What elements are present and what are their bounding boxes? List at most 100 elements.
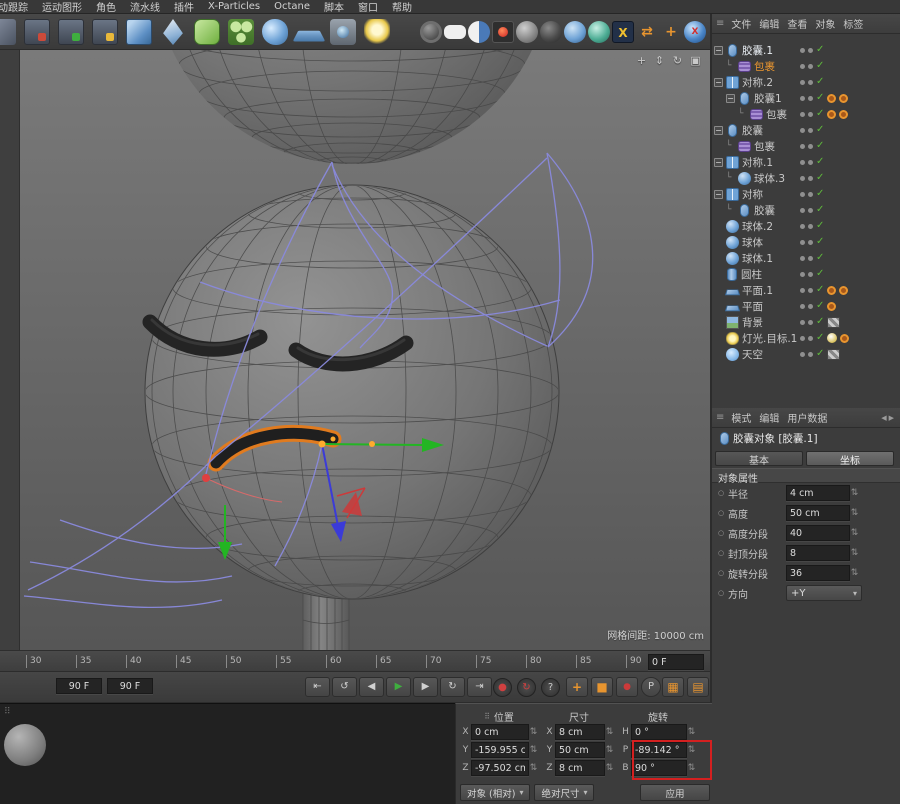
object-relative-button[interactable]: 对象 (相对)▾ (460, 784, 530, 801)
visibility-dot[interactable] (800, 160, 805, 165)
texture-tag-icon[interactable] (827, 349, 840, 360)
enabled-check-icon[interactable]: ✓ (816, 90, 824, 106)
menu-item[interactable]: 运动图形 (35, 0, 89, 14)
keyframe-grid-icon[interactable]: ▦ (662, 677, 684, 697)
tree-row[interactable]: 平面 ✓ (712, 298, 900, 314)
dark-sphere-icon[interactable] (540, 21, 562, 43)
cube-primitive-icon[interactable] (126, 19, 152, 45)
material-preview[interactable] (4, 724, 46, 766)
enabled-check-icon[interactable]: ✓ (816, 250, 824, 266)
menu-item[interactable]: Octane (267, 1, 317, 12)
teal-sphere-icon[interactable] (588, 21, 610, 43)
visibility-dot[interactable] (800, 304, 805, 309)
subdivision-surface-icon[interactable] (194, 19, 220, 45)
tree-row[interactable]: − 对称.1 ✓ (712, 154, 900, 170)
enabled-check-icon[interactable]: ✓ (816, 298, 824, 314)
record-keyframe-button[interactable]: ● (493, 678, 512, 697)
camera-icon[interactable] (330, 19, 356, 45)
range-end-field[interactable] (107, 678, 153, 694)
tree-row[interactable]: − 对称 ✓ (712, 186, 900, 202)
viewport-3d-scene[interactable] (20, 50, 710, 650)
spinner-icon[interactable]: ⇅ (687, 727, 696, 737)
tree-row[interactable]: └ 胶囊 ✓ (712, 202, 900, 218)
visibility-dot[interactable] (808, 80, 813, 85)
visibility-dot[interactable] (808, 48, 813, 53)
blue-sphere-icon[interactable] (564, 21, 586, 43)
tree-row[interactable]: − 胶囊 ✓ (712, 122, 900, 138)
visibility-dot[interactable] (808, 64, 813, 69)
visibility-dot[interactable] (808, 224, 813, 229)
previous-key-button[interactable]: ↺ (332, 677, 357, 697)
spinner-icon[interactable]: ⇅ (605, 745, 614, 755)
menu-item[interactable]: 流水线 (123, 0, 167, 14)
spinner-icon[interactable]: ⇅ (687, 745, 696, 755)
orientation-dropdown[interactable]: +Y ▾ (786, 585, 862, 601)
apply-button[interactable]: 应用 (640, 784, 710, 801)
enabled-check-icon[interactable]: ✓ (816, 74, 824, 90)
drag-handle-icon[interactable]: ⠿ (4, 707, 11, 717)
keyframe-dot-icon[interactable]: ○ (718, 589, 728, 597)
maximize-view-icon[interactable]: ▣ (689, 54, 702, 67)
tab-basic[interactable]: 基本 (715, 451, 803, 466)
tree-row[interactable]: 天空 ✓ (712, 346, 900, 362)
spinner-icon[interactable]: ⇅ (850, 488, 859, 498)
collapse-icon[interactable]: − (714, 190, 723, 199)
keyframe-dot-icon[interactable]: ○ (718, 509, 728, 517)
half-sphere-icon[interactable] (468, 21, 490, 43)
spinner-icon[interactable]: ⇅ (529, 745, 538, 755)
enabled-check-icon[interactable]: ✓ (816, 234, 824, 250)
enabled-check-icon[interactable]: ✓ (816, 282, 824, 298)
gray-sphere-icon[interactable] (516, 21, 538, 43)
visibility-dot[interactable] (808, 144, 813, 149)
visibility-dot[interactable] (808, 304, 813, 309)
tree-row[interactable]: − 胶囊1 ✓ (712, 90, 900, 106)
parameter-button[interactable]: P (641, 677, 661, 697)
light-tag-icon[interactable] (827, 333, 837, 343)
tree-row[interactable]: 圆柱 ✓ (712, 266, 900, 282)
tree-row[interactable]: 背景 ✓ (712, 314, 900, 330)
am-menu-edit[interactable]: 编辑 (756, 410, 782, 425)
visibility-dot[interactable] (800, 48, 805, 53)
keyframe-dot-icon[interactable]: ○ (718, 569, 728, 577)
record-button[interactable]: ● (616, 677, 638, 697)
visibility-dot[interactable] (800, 240, 805, 245)
tree-row[interactable]: └ 包裹 ✓ (712, 106, 900, 122)
range-start-field[interactable] (56, 678, 102, 694)
cloner-icon[interactable] (228, 19, 254, 45)
enabled-check-icon[interactable]: ✓ (816, 106, 824, 122)
keyframe-dot-icon[interactable]: ○ (718, 549, 728, 557)
collapse-icon[interactable]: − (714, 126, 723, 135)
tree-row[interactable]: 球体.1 ✓ (712, 250, 900, 266)
spinner-icon[interactable]: ⇅ (850, 548, 859, 558)
visibility-dot[interactable] (808, 288, 813, 293)
visibility-dot[interactable] (808, 256, 813, 261)
collapse-icon[interactable]: − (714, 78, 723, 87)
visibility-dot[interactable] (808, 208, 813, 213)
previous-frame-button[interactable]: ◀ (359, 677, 384, 697)
visibility-dot[interactable] (800, 192, 805, 197)
spinner-icon[interactable]: ⇅ (605, 727, 614, 737)
visibility-dot[interactable] (800, 288, 805, 293)
enabled-check-icon[interactable]: ✓ (816, 266, 824, 282)
visibility-dot[interactable] (808, 352, 813, 357)
menu-item[interactable]: X-Particles (201, 1, 267, 12)
enabled-check-icon[interactable]: ✓ (816, 218, 824, 234)
visibility-dot[interactable] (800, 224, 805, 229)
visibility-dot[interactable] (800, 320, 805, 325)
visibility-dot[interactable] (808, 336, 813, 341)
absolute-size-button[interactable]: 绝对尺寸▾ (534, 784, 594, 801)
autokey-button[interactable]: ↻ (517, 678, 536, 697)
play-button[interactable]: ▶ (386, 677, 411, 697)
tree-row[interactable]: − 胶囊.1 ✓ (712, 42, 900, 58)
record-help-button[interactable]: ? (541, 678, 560, 697)
visibility-dot[interactable] (808, 160, 813, 165)
orange-cross-icon[interactable]: + (660, 21, 682, 43)
keyframe-list-icon[interactable]: ▤ (687, 677, 709, 697)
menu-item[interactable]: 脚本 (317, 0, 351, 14)
tree-row[interactable]: − 对称.2 ✓ (712, 74, 900, 90)
visibility-dot[interactable] (800, 128, 805, 133)
am-menu-mode[interactable]: 模式 (728, 410, 754, 425)
visibility-dot[interactable] (800, 272, 805, 277)
orbit-icon[interactable]: ↻ (671, 54, 684, 67)
spinner-icon[interactable]: ⇅ (529, 763, 538, 773)
